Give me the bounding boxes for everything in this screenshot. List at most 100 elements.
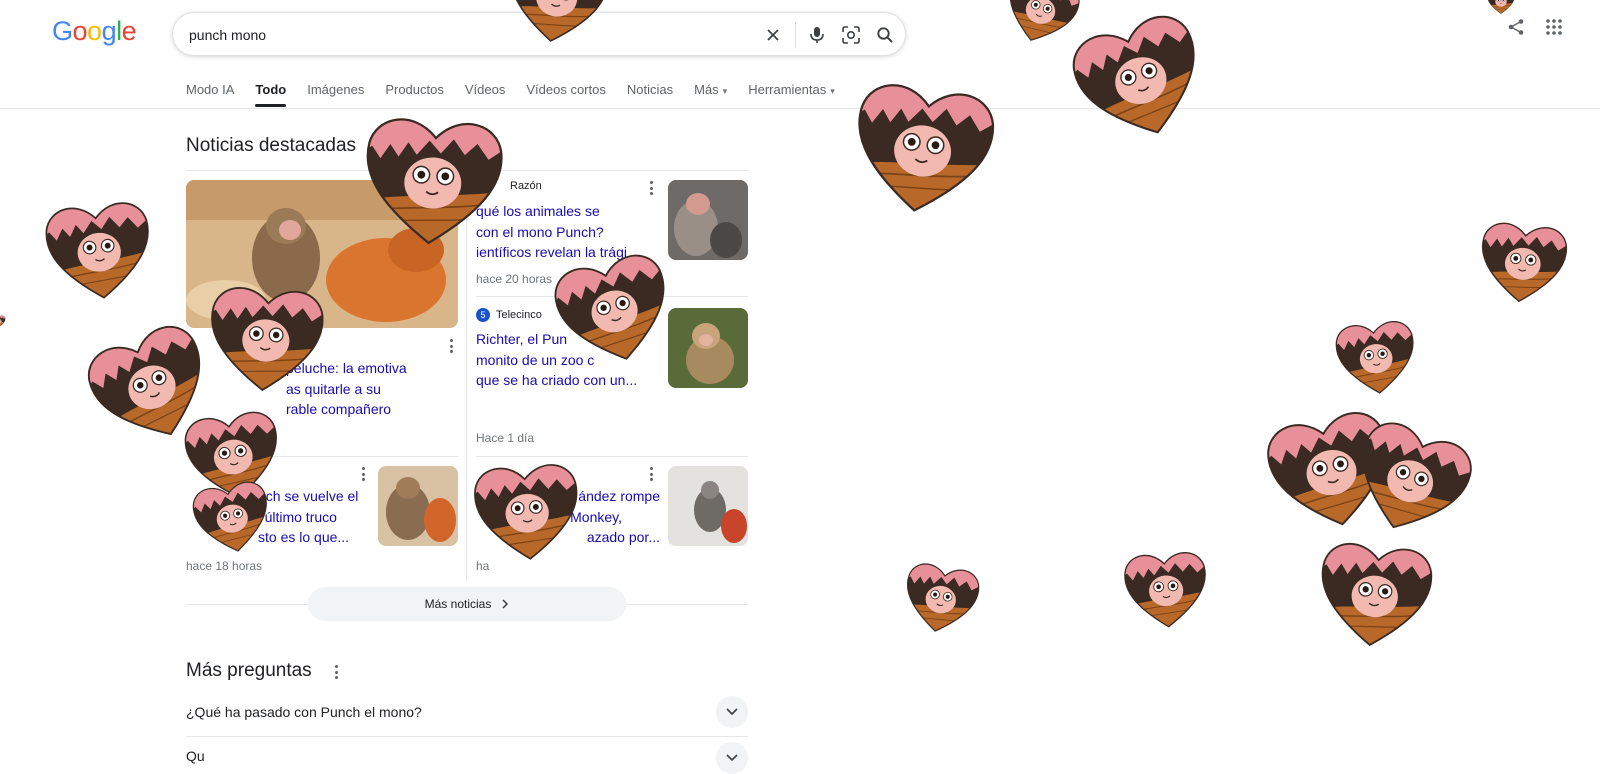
monkey-heart-sticker: [1264, 404, 1398, 536]
tab-label: Más: [694, 82, 719, 97]
headline-line: que se ha criado con un...: [476, 372, 638, 388]
mic-icon[interactable]: [805, 23, 829, 47]
headline-line: azado por...: [586, 529, 660, 545]
monkey-heart-sticker: [995, 0, 1087, 48]
share-icon[interactable]: [1503, 14, 1529, 40]
main-story-image[interactable]: [186, 180, 458, 328]
tab-label: Herramientas: [748, 82, 827, 97]
story-thumbnail[interactable]: [668, 308, 748, 388]
divider: [186, 736, 748, 737]
headline-line: nch se vuelve el: [258, 488, 359, 504]
monkey-heart-sticker: [1476, 206, 1570, 318]
divider: [186, 456, 458, 457]
story-source: 5 Telecinco: [476, 308, 542, 322]
story-time: Hace 1 día: [476, 431, 535, 445]
more-vert-icon[interactable]: [357, 466, 369, 482]
tab-label: Vídeos: [464, 82, 506, 97]
top-stories: peluche: la emotiva as quitarle a su rab…: [186, 170, 748, 584]
more-news-button[interactable]: Más noticias: [308, 587, 626, 621]
monkey-heart-sticker: [848, 68, 998, 228]
more-news-label: Más noticias: [424, 597, 492, 611]
source-name: Razón: [510, 180, 542, 192]
logo-letter: g: [101, 16, 117, 46]
more-vert-icon[interactable]: [645, 180, 657, 196]
tab-todo[interactable]: Todo: [255, 82, 286, 107]
tab-videos-cortos[interactable]: Vídeos cortos: [526, 82, 606, 107]
tab-mas[interactable]: Más ▾: [694, 82, 727, 107]
header-divider: [0, 108, 1600, 109]
search-tabs: Modo IA Todo Imágenes Productos Vídeos V…: [186, 82, 856, 107]
tab-label: Todo: [255, 82, 287, 97]
headline-line: con el mono Punch?: [476, 223, 604, 240]
headline-line: h Monkey,: [558, 508, 622, 525]
divider: [476, 296, 748, 297]
story-headline[interactable]: ández rompe h Monkey, azado por...: [476, 486, 660, 548]
paa-question[interactable]: ¿Qué ha pasado con Punch el mono?: [186, 704, 422, 720]
story-thumbnail[interactable]: [668, 180, 748, 260]
people-also-ask-title: Más preguntas: [186, 660, 312, 681]
search-input[interactable]: [187, 23, 751, 47]
google-logo[interactable]: Google: [52, 16, 137, 47]
lens-icon[interactable]: [839, 23, 863, 47]
headline-line: peluche: la emotiva: [286, 360, 407, 376]
tab-label: Vídeos cortos: [526, 82, 606, 97]
story-headline[interactable]: nch se vuelve el del último truco sto es…: [186, 486, 366, 548]
more-vert-icon[interactable]: [445, 338, 457, 354]
main-story-headline[interactable]: peluche: la emotiva as quitarle a su rab…: [286, 358, 456, 420]
monkey-heart-sticker: [0, 306, 6, 336]
search-box[interactable]: [172, 12, 906, 56]
tab-noticias[interactable]: Noticias: [627, 82, 673, 107]
divider: [186, 604, 308, 605]
monkey-heart-sticker: [42, 192, 156, 308]
story-thumbnail[interactable]: [668, 466, 748, 546]
logo-letter: o: [87, 16, 102, 46]
clear-icon[interactable]: [761, 23, 785, 47]
tab-label: Noticias: [626, 82, 674, 97]
monkey-heart-sticker: [1350, 414, 1472, 544]
logo-letter: G: [52, 16, 73, 46]
tab-modo-ia[interactable]: Modo IA: [186, 82, 234, 107]
headline-line: as quitarle a su: [286, 380, 381, 397]
monkey-heart-sticker: [1314, 530, 1436, 658]
logo-letter: e: [121, 16, 137, 46]
apps-grid-icon[interactable]: [1541, 14, 1567, 40]
tab-label: Productos: [385, 82, 444, 97]
story-headline[interactable]: qué los animales se con el mono Punch? i…: [476, 201, 646, 263]
headline-line: monito de un zoo c: [476, 351, 595, 368]
tab-imagenes[interactable]: Imágenes: [307, 82, 364, 107]
search-icon[interactable]: [873, 23, 897, 47]
more-vert-icon[interactable]: [645, 466, 657, 482]
tab-videos[interactable]: Vídeos: [465, 82, 505, 107]
chevron-down-icon[interactable]: [716, 742, 748, 774]
headline-line: qué los animales se: [476, 203, 600, 219]
caret-down-icon: ▾: [722, 86, 728, 96]
paa-question[interactable]: Qu: [186, 748, 205, 764]
tab-productos[interactable]: Productos: [385, 82, 444, 107]
divider: [186, 170, 748, 171]
more-vert-icon[interactable]: [330, 664, 342, 680]
headline-line: del último truco: [242, 508, 337, 525]
tab-label: Imágenes: [307, 82, 365, 97]
source-name: Telecinco: [496, 309, 542, 321]
chevron-right-icon: [502, 599, 509, 609]
telecinco-logo-icon: 5: [476, 308, 490, 322]
tab-herramientas[interactable]: Herramientas ▾: [748, 82, 835, 107]
story-time: ha: [476, 559, 490, 573]
headline-line: rable compañero: [286, 401, 392, 417]
search-divider: [795, 22, 796, 48]
chevron-down-icon[interactable]: [716, 696, 748, 728]
monkey-heart-sticker: [898, 558, 984, 638]
divider: [626, 604, 748, 605]
monkey-heart-sticker: [1330, 314, 1422, 400]
story-time: hace 20 horas: [476, 272, 553, 286]
story-time: hace 18 horas: [186, 559, 263, 573]
column-divider: [466, 176, 467, 582]
headline-line: ández rompe: [578, 488, 660, 504]
caret-down-icon: ▾: [830, 86, 835, 96]
section-title: Noticias destacadas: [186, 135, 357, 156]
monkey-heart-sticker: [1072, 10, 1208, 146]
headline-line: ientíficos revelan la trági: [476, 244, 627, 260]
story-thumbnail[interactable]: [378, 466, 458, 546]
story-headline[interactable]: Richter, el Pun monito de un zoo c que s…: [476, 329, 646, 391]
tab-label: Modo IA: [186, 82, 235, 97]
